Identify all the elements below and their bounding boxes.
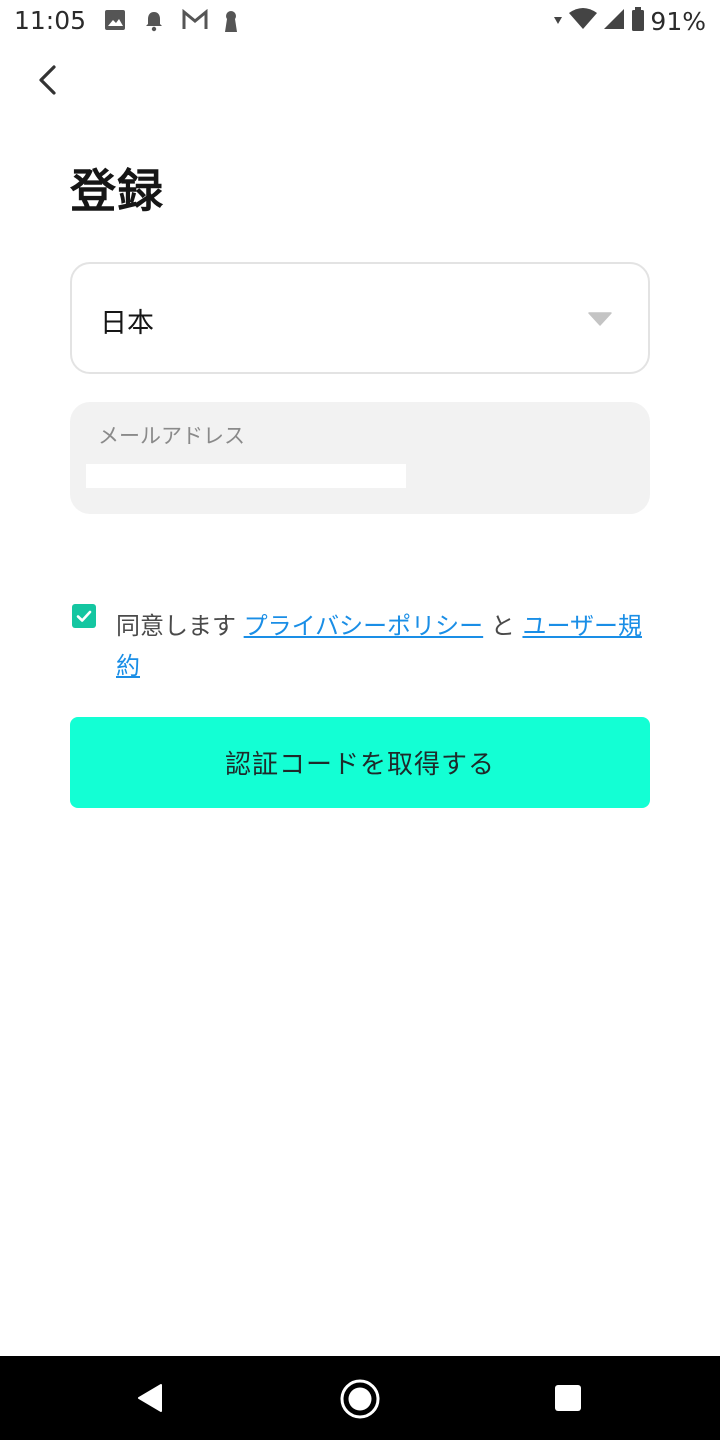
navigation-bar [0,1356,720,1440]
triangle-down-icon [588,312,612,326]
status-time: 11:05 [14,6,87,35]
battery-percentage: 91% [650,6,706,36]
agreement-conjunction: と [490,612,515,640]
back-triangle-icon [138,1384,162,1412]
status-bar: 11:05 91% [0,0,720,44]
data-arrow-icon [552,7,564,35]
back-button[interactable] [28,60,68,100]
battery-icon [630,6,646,36]
page-title: 登録 [70,164,164,218]
nav-recents-button[interactable] [548,1378,588,1418]
chevron-left-icon [39,65,56,95]
recents-square-icon [555,1385,581,1411]
status-system-icons: 91% [552,6,706,36]
agreement-text: 同意します プライバシーポリシー と ユーザー規約 [116,606,648,686]
notification-bell-icon [143,9,169,33]
agreement-prefix: 同意します [116,612,236,640]
email-label: メールアドレス [98,424,245,448]
nav-back-button[interactable] [130,1378,170,1418]
home-circle-icon [340,1379,380,1419]
status-notification-icons [104,8,260,33]
signal-icon [602,7,626,35]
email-redaction [86,464,406,488]
email-field[interactable]: メールアドレス [70,402,650,514]
wifi-icon [568,7,598,35]
country-value: 日本 [100,308,154,339]
agreement-checkbox[interactable] [72,604,96,628]
gmail-icon [182,8,208,33]
image-icon [104,9,130,33]
country-select[interactable]: 日本 [70,262,650,374]
nav-home-button[interactable] [339,1378,380,1419]
get-verification-code-button[interactable]: 認証コードを取得する [70,717,650,808]
keyhole-icon [221,9,247,33]
checkmark-icon [76,610,92,622]
privacy-policy-link[interactable]: プライバシーポリシー [244,612,484,640]
